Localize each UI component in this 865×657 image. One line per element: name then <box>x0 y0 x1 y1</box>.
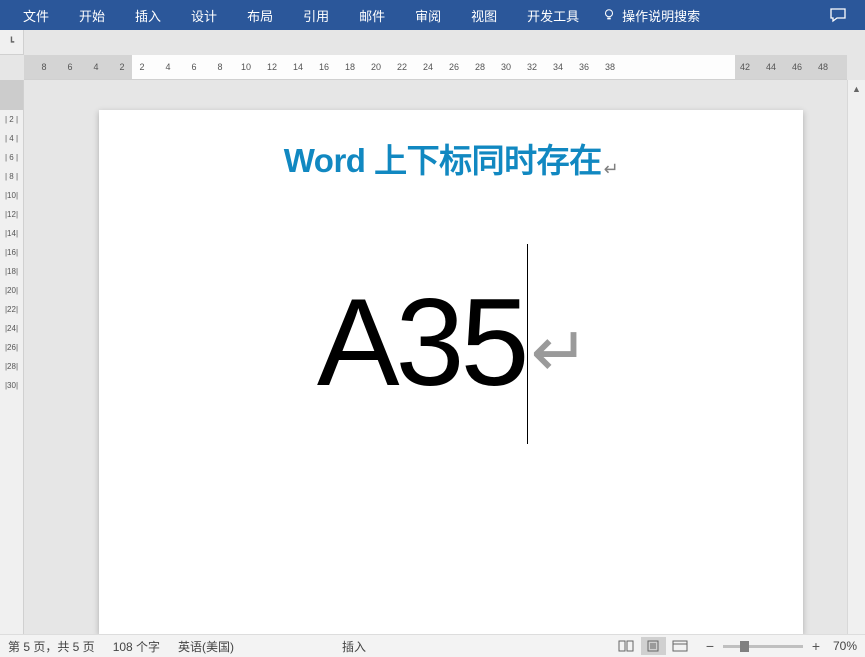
ruler-tick: |16| <box>0 243 23 262</box>
ruler-corner-glyph: ┗ <box>9 37 14 48</box>
ruler-tick: 42 <box>739 62 751 72</box>
ruler-tick: 4 <box>90 62 102 72</box>
ruler-tick: | 2 | <box>0 110 23 129</box>
comments-button[interactable] <box>819 0 857 30</box>
print-layout-icon <box>645 640 661 652</box>
ruler-tick: 32 <box>526 62 538 72</box>
ruler-tick: 2 <box>116 62 128 72</box>
ruler-tick: 36 <box>578 62 590 72</box>
ruler-tick: 38 <box>604 62 616 72</box>
document-page[interactable]: Word 上下标同时存在↵ A35↵ <box>99 110 803 634</box>
print-layout-button[interactable] <box>641 637 666 655</box>
zoom-slider: − + <box>703 638 823 654</box>
web-layout-icon <box>672 640 688 652</box>
ruler-tick: 6 <box>64 62 76 72</box>
ruler-tick: |14| <box>0 224 23 243</box>
paragraph-mark-icon: ↵ <box>530 313 585 391</box>
ruler-tick: |22| <box>0 300 23 319</box>
ruler-tick: |30| <box>0 376 23 395</box>
ruler-corner[interactable]: ┗ <box>0 30 24 55</box>
ruler-tick: | 4 | <box>0 129 23 148</box>
ruler-tick: |10| <box>0 186 23 205</box>
ruler-tick: |26| <box>0 338 23 357</box>
input-mode[interactable]: 插入 <box>342 638 366 655</box>
menu-file[interactable]: 文件 <box>8 0 64 30</box>
menu-home[interactable]: 开始 <box>64 0 120 30</box>
menu-review[interactable]: 审阅 <box>400 0 456 30</box>
paragraph-mark-icon: ↵ <box>604 159 619 179</box>
zoom-percent[interactable]: 70% <box>833 639 857 653</box>
zoom-slider-thumb[interactable] <box>740 641 749 652</box>
menu-layout[interactable]: 布局 <box>232 0 288 30</box>
ruler-tick: 14 <box>292 62 304 72</box>
zoom-in-button[interactable]: + <box>809 638 823 654</box>
ruler-tick: 16 <box>318 62 330 72</box>
ruler-tick: 8 <box>38 62 50 72</box>
comment-icon <box>829 7 847 23</box>
status-right-group: − + 70% <box>614 637 857 655</box>
help-search[interactable]: 操作说明搜索 <box>602 6 700 25</box>
ruler-tick: 2 <box>136 62 148 72</box>
ruler-tick: 28 <box>474 62 486 72</box>
web-layout-button[interactable] <box>668 637 693 655</box>
ruler-tick: 4 <box>162 62 174 72</box>
ruler-tick: | 8 | <box>0 167 23 186</box>
document-body-line[interactable]: A35↵ <box>139 252 763 452</box>
menu-references[interactable]: 引用 <box>288 0 344 30</box>
document-area: Word 上下标同时存在↵ A35↵ <box>24 80 847 634</box>
ruler-tick: |12| <box>0 205 23 224</box>
horizontal-ruler[interactable]: 8 6 4 2 2 4 6 8 10 12 14 16 18 20 22 24 … <box>24 55 847 80</box>
status-bar: 第 5 页，共 5 页 108 个字 英语(美国) 插入 − + 70% <box>0 634 865 657</box>
menu-developer[interactable]: 开发工具 <box>512 0 594 30</box>
ruler-tick: 26 <box>448 62 460 72</box>
ribbon-menu-bar: 文件 开始 插入 设计 布局 引用 邮件 审阅 视图 开发工具 操作说明搜索 <box>0 0 865 30</box>
ruler-tick: 30 <box>500 62 512 72</box>
scroll-up-button[interactable]: ▲ <box>848 80 865 98</box>
menu-view[interactable]: 视图 <box>456 0 512 30</box>
ruler-tick: 10 <box>240 62 252 72</box>
zoom-slider-track[interactable] <box>723 645 803 648</box>
ruler-tick: 20 <box>370 62 382 72</box>
read-mode-button[interactable] <box>614 637 639 655</box>
ruler-tick: 48 <box>817 62 829 72</box>
ruler-tick: 24 <box>422 62 434 72</box>
view-mode-buttons <box>614 637 693 655</box>
ruler-tick: 22 <box>396 62 408 72</box>
menu-design[interactable]: 设计 <box>176 0 232 30</box>
language-indicator[interactable]: 英语(美国) <box>178 638 234 655</box>
menu-insert[interactable]: 插入 <box>120 0 176 30</box>
ruler-tick: 34 <box>552 62 564 72</box>
ruler-tick: 18 <box>344 62 356 72</box>
text-cursor <box>527 244 528 444</box>
ruler-tick: | 6 | <box>0 148 23 167</box>
lightbulb-icon <box>602 8 616 22</box>
h-ruler-right-margin: 42 44 46 48 <box>735 55 847 79</box>
vertical-scrollbar[interactable]: ▲ <box>847 80 865 634</box>
document-title[interactable]: Word 上下标同时存在↵ <box>139 134 763 182</box>
h-ruler-track: 8 6 4 2 2 4 6 8 10 12 14 16 18 20 22 24 … <box>24 55 847 79</box>
word-count[interactable]: 108 个字 <box>113 638 160 655</box>
body-text-content: A35 <box>317 274 526 412</box>
ruler-tick: |28| <box>0 357 23 376</box>
ruler-tick: 46 <box>791 62 803 72</box>
ruler-tick: |20| <box>0 281 23 300</box>
read-mode-icon <box>618 640 634 652</box>
ruler-tick: |24| <box>0 319 23 338</box>
title-text-content: Word 上下标同时存在 <box>284 142 602 179</box>
zoom-out-button[interactable]: − <box>703 638 717 654</box>
editor-container: ┗ 8 6 4 2 2 4 6 8 10 12 14 16 18 20 <box>0 30 865 634</box>
v-ruler-margin <box>0 80 23 110</box>
h-ruler-content: 2 4 6 8 10 12 14 16 18 20 22 24 26 28 30… <box>132 55 735 79</box>
ruler-tick: |18| <box>0 262 23 281</box>
ruler-tick: 44 <box>765 62 777 72</box>
ruler-tick: 8 <box>214 62 226 72</box>
ruler-tick: 6 <box>188 62 200 72</box>
help-search-label: 操作说明搜索 <box>622 6 700 25</box>
h-ruler-left-margin: 8 6 4 2 <box>24 55 132 79</box>
menu-mailings[interactable]: 邮件 <box>344 0 400 30</box>
vertical-ruler[interactable]: | 2 | | 4 | | 6 | | 8 | |10| |12| |14| |… <box>0 80 24 634</box>
ruler-tick: 12 <box>266 62 278 72</box>
page-indicator[interactable]: 第 5 页，共 5 页 <box>8 638 95 655</box>
